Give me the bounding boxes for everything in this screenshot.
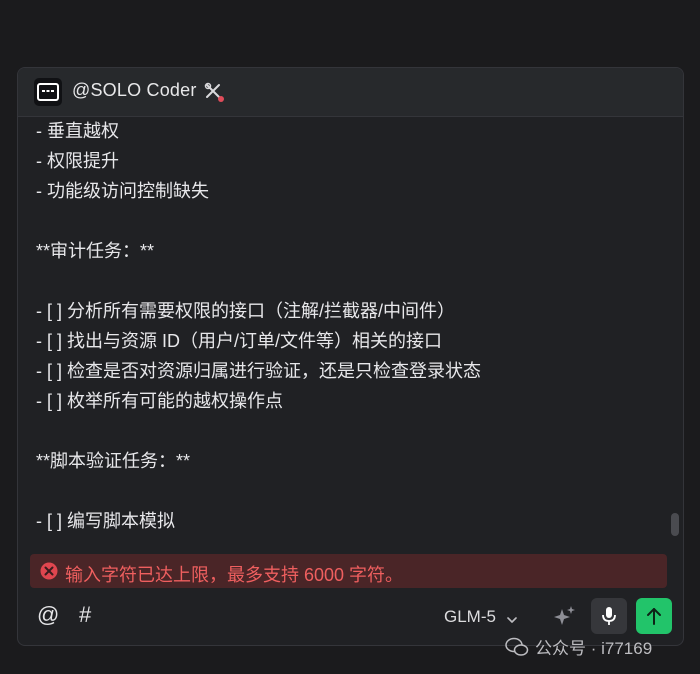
content-line: - [ ] 找出与资源 ID（用户/订单/文件等）相关的接口 (36, 331, 442, 351)
arrow-up-icon (647, 608, 661, 625)
error-message: 输入字符已达上限，最多支持 6000 字符。 (65, 565, 404, 585)
chevron-down-icon (506, 611, 518, 623)
wechat-icon (505, 637, 529, 657)
scrollbar-thumb[interactable] (671, 513, 679, 536)
microphone-icon (602, 607, 616, 625)
chat-input-panel: @SOLO Coder - 垂直越权 - 权限提升 - 功能级访问控制缺失 **… (17, 67, 684, 646)
message-content[interactable]: - 垂直越权 - 权限提升 - 功能级访问控制缺失 **审计任务：** - [ … (18, 117, 683, 549)
watermark-text: 公众号 · i77169 (535, 639, 653, 658)
panel-header: @SOLO Coder (18, 68, 683, 117)
content-line: - [ ] 枚举所有可能的越权操作点 (36, 391, 283, 411)
model-name: GLM-5 (444, 607, 496, 626)
send-button[interactable] (636, 598, 672, 634)
content-line: - 权限提升 (36, 151, 119, 171)
error-icon (40, 562, 58, 580)
content-line: - [ ] 编写脚本模拟 (36, 511, 175, 531)
sparkle-icon[interactable] (551, 604, 577, 630)
watermark: 公众号 · i77169 (505, 634, 652, 659)
agent-avatar-icon (34, 78, 62, 106)
microphone-button[interactable] (591, 598, 627, 634)
model-selector[interactable]: GLM-5 (444, 605, 518, 629)
error-banner: 输入字符已达上限，最多支持 6000 字符。 (30, 554, 667, 588)
content-line: - [ ] 分析所有需要权限的接口（注解/拦截器/中间件） (36, 301, 455, 321)
content-line: - 功能级访问控制缺失 (36, 181, 209, 201)
mention-button[interactable]: @ (37, 602, 59, 628)
content-line: - 垂直越权 (36, 121, 119, 141)
tools-icon[interactable] (204, 82, 226, 104)
context-button[interactable]: # (79, 602, 91, 628)
content-line: - [ ] 检查是否对资源归属进行验证，还是只检查登录状态 (36, 361, 481, 381)
agent-name: @SOLO Coder (72, 80, 197, 100)
content-line: **审计任务：** (36, 241, 155, 261)
content-line: **脚本验证任务：** (36, 451, 191, 471)
